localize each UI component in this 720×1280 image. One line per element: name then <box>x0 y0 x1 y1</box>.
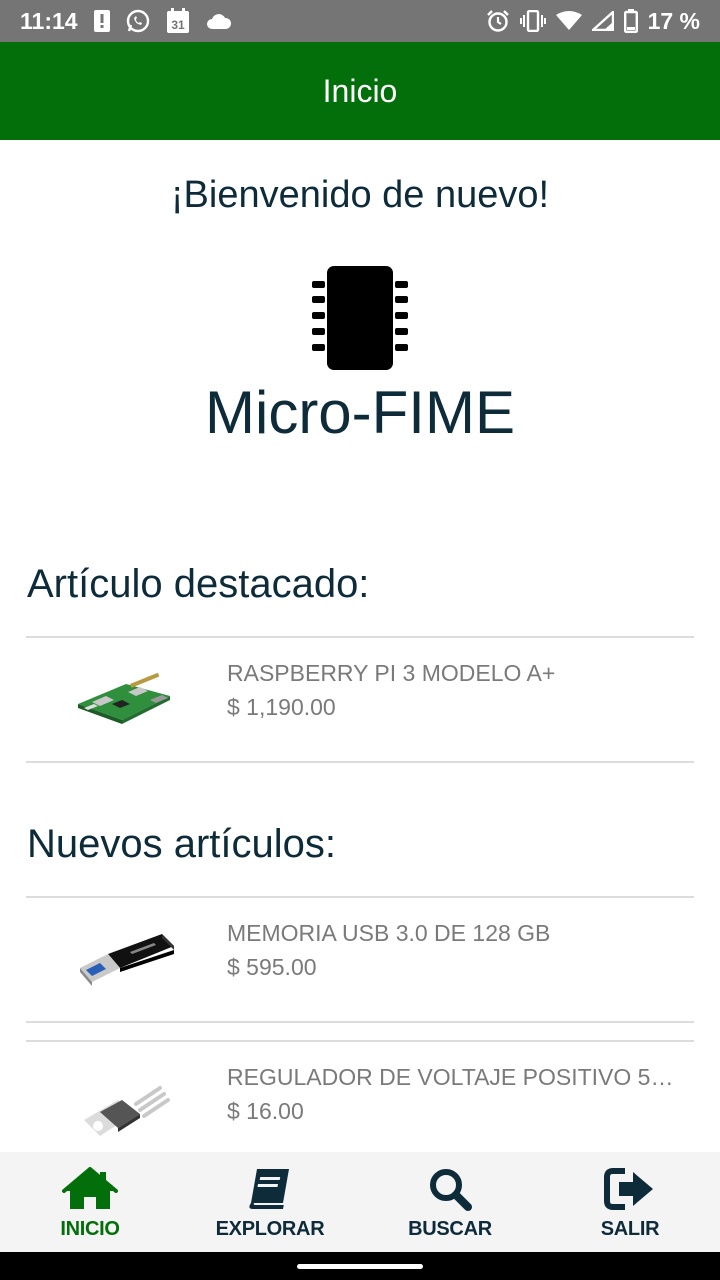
item-name: MEMORIA USB 3.0 DE 128 GB <box>227 920 551 946</box>
microchip-icon <box>310 264 410 372</box>
item-name: RASPBERRY PI 3 MODELO A+ <box>227 660 556 686</box>
calendar-icon: 31 <box>166 8 190 34</box>
signal-icon <box>591 11 614 31</box>
item-price: $ 1,190.00 <box>227 694 336 720</box>
bottom-navigation: INICIO EXPLORAR BUSCAR SALIR <box>0 1152 720 1252</box>
new-item[interactable]: REGULADOR DE VOLTAJE POSITIVO 5V/... $ 1… <box>26 1042 694 1152</box>
item-price: $ 595.00 <box>227 954 317 980</box>
nav-label: EXPLORAR <box>215 1218 325 1240</box>
system-navigation-bar <box>0 1252 720 1280</box>
brand-name: Micro-FIME <box>205 379 515 446</box>
nav-label: SALIR <box>600 1218 660 1240</box>
divider <box>26 761 694 763</box>
item-name: REGULADOR DE VOLTAJE POSITIVO 5V/... <box>227 1064 687 1090</box>
raspberry-pi-image <box>70 660 180 740</box>
nav-item-explorar[interactable]: EXPLORAR <box>180 1152 360 1252</box>
battery-icon <box>623 9 638 33</box>
battery-percent: 17 % <box>647 7 700 34</box>
home-icon <box>62 1166 118 1212</box>
search-icon <box>422 1166 478 1212</box>
cloud-icon <box>206 12 232 30</box>
nav-item-salir[interactable]: SALIR <box>540 1152 720 1252</box>
nav-item-inicio[interactable]: INICIO <box>0 1152 180 1252</box>
nav-item-buscar[interactable]: BUSCAR <box>360 1152 540 1252</box>
vibrate-icon <box>519 10 546 32</box>
nav-label: INICIO <box>60 1218 120 1240</box>
usb-drive-image <box>70 920 180 1000</box>
featured-item[interactable]: RASPBERRY PI 3 MODELO A+ $ 1,190.00 <box>26 638 694 762</box>
welcome-message: ¡Bienvenido de nuevo! <box>170 174 550 216</box>
svg-text:31: 31 <box>171 18 185 32</box>
new-item[interactable]: MEMORIA USB 3.0 DE 128 GB $ 595.00 <box>26 898 694 1022</box>
app-screen: 11:14 31 17 % Inicio ¡Bienvenido de nuev… <box>0 0 720 1280</box>
app-bar: Inicio <box>0 42 720 140</box>
home-content[interactable]: ¡Bienvenido de nuevo! Micro-FIME Artícul… <box>0 140 720 1152</box>
book-icon <box>242 1166 298 1212</box>
new-items-section-title: Nuevos artículos: <box>27 822 337 866</box>
alarm-icon <box>486 9 510 33</box>
home-gesture-handle[interactable] <box>297 1264 423 1269</box>
logout-icon <box>602 1166 658 1212</box>
item-price: $ 16.00 <box>227 1098 304 1124</box>
whatsapp-icon <box>126 9 150 33</box>
alert-icon <box>93 10 110 32</box>
page-title: Inicio <box>322 72 398 109</box>
divider <box>26 1021 694 1023</box>
status-time: 11:14 <box>20 7 78 34</box>
wifi-icon <box>555 11 582 31</box>
nav-label: BUSCAR <box>408 1218 492 1240</box>
featured-section-title: Artículo destacado: <box>27 562 370 606</box>
status-bar: 11:14 31 17 % <box>0 0 720 42</box>
voltage-regulator-image <box>70 1064 180 1144</box>
